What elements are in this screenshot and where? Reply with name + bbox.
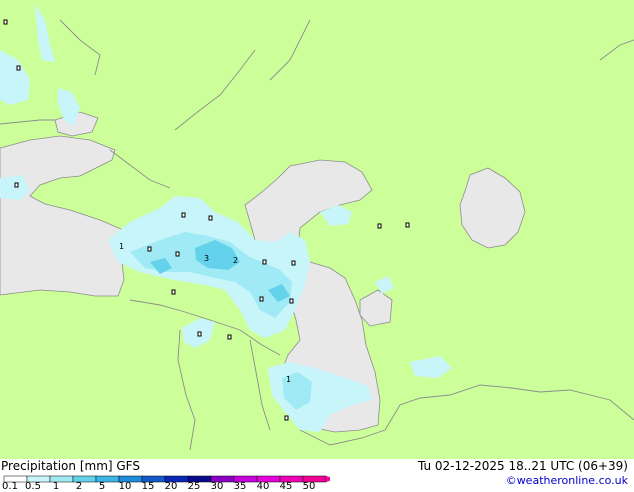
city-marker bbox=[227, 334, 232, 340]
legend-tick-label: 1 bbox=[52, 481, 60, 492]
legend-tick-label: 2 bbox=[75, 481, 83, 492]
value-label: 3 bbox=[204, 254, 209, 263]
city-marker bbox=[3, 19, 8, 25]
legend-tick-label: 5 bbox=[98, 481, 106, 492]
city-marker bbox=[181, 212, 186, 218]
city-marker bbox=[14, 182, 19, 188]
legend-tick-label: 0.5 bbox=[25, 481, 41, 492]
legend-tick-label: 50 bbox=[302, 481, 316, 492]
legend-tick-label: 15 bbox=[141, 481, 155, 492]
city-marker bbox=[175, 251, 180, 257]
value-label: 2 bbox=[233, 256, 238, 265]
city-marker bbox=[289, 298, 294, 304]
city-marker bbox=[208, 215, 213, 221]
legend-tick-label: 45 bbox=[279, 481, 293, 492]
map-footer: Precipitation [mm] GFS Tu 02-12-2025 18.… bbox=[0, 459, 634, 492]
city-marker bbox=[197, 331, 202, 337]
value-label: 1 bbox=[119, 242, 124, 251]
credit-link[interactable]: ©weatheronline.co.uk bbox=[506, 474, 628, 487]
city-marker bbox=[259, 296, 264, 302]
legend-tick-label: 40 bbox=[256, 481, 270, 492]
city-marker bbox=[16, 65, 21, 71]
legend-tick-label: 0.1 bbox=[2, 481, 18, 492]
value-label: 1 bbox=[286, 375, 291, 384]
precipitation-map: 1 3 2 1 bbox=[0, 0, 634, 459]
city-marker bbox=[284, 415, 289, 421]
legend-tick-label: 30 bbox=[210, 481, 224, 492]
legend-tick-label: 10 bbox=[118, 481, 132, 492]
city-marker bbox=[405, 222, 410, 228]
city-marker bbox=[377, 223, 382, 229]
legend-tick-label: 35 bbox=[233, 481, 247, 492]
legend-tick-label: 20 bbox=[164, 481, 178, 492]
city-marker bbox=[171, 289, 176, 295]
legend-arrow bbox=[326, 476, 330, 482]
city-marker bbox=[262, 259, 267, 265]
legend-tick-label: 25 bbox=[187, 481, 201, 492]
valid-time: Tu 02-12-2025 18..21 UTC (06+39) bbox=[417, 459, 628, 473]
map-title: Precipitation [mm] GFS bbox=[1, 459, 140, 473]
city-marker bbox=[291, 260, 296, 266]
city-marker bbox=[147, 246, 152, 252]
